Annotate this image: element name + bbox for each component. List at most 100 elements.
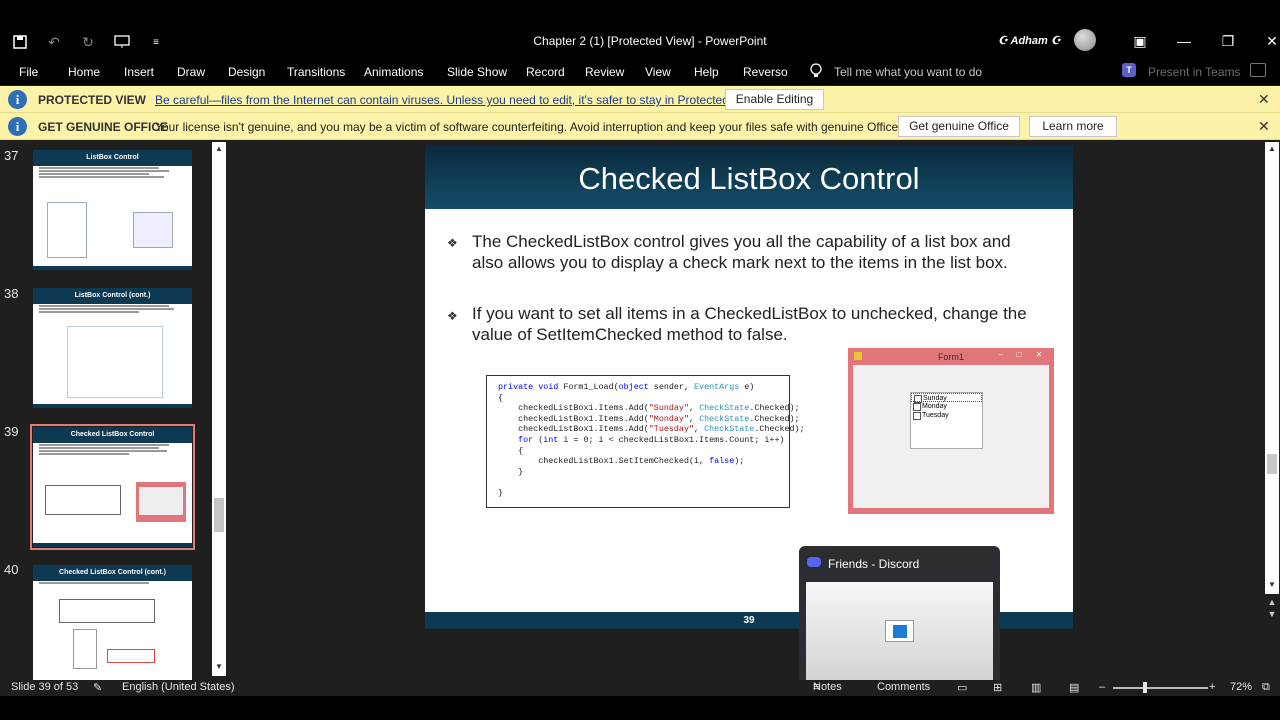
comments-icon[interactable] (1250, 63, 1266, 77)
zoom-slider[interactable] (1113, 687, 1208, 689)
scroll-up-icon[interactable]: ▲ (212, 144, 226, 156)
scroll-down-icon[interactable]: ▼ (212, 662, 226, 674)
info-icon: i (8, 117, 27, 136)
teams-icon[interactable]: T (1122, 63, 1136, 77)
tab-slide-show[interactable]: Slide Show (447, 65, 507, 79)
thumbnail-title: Checked ListBox Control (33, 427, 192, 443)
enable-editing-button[interactable]: Enable Editing (725, 89, 824, 110)
scroll-down-icon[interactable]: ▼ (1265, 580, 1279, 592)
form-minimize-icon: – (998, 350, 1004, 359)
undo-icon[interactable]: ↶ (44, 32, 64, 52)
tab-insert[interactable]: Insert (124, 65, 154, 79)
notes-button[interactable]: Notes (813, 681, 842, 693)
learn-more-button[interactable]: Learn more (1029, 116, 1117, 137)
thumbnail-scrollbar[interactable]: ▲ ▼ (212, 142, 226, 676)
protected-view-bar: i PROTECTED VIEW Be careful—files from t… (0, 86, 1280, 113)
thumbnail-title: ListBox Control (cont.) (33, 288, 192, 304)
status-bar: Slide 39 of 53 ✎ English (United States)… (0, 680, 1280, 696)
tab-home[interactable]: Home (68, 65, 100, 79)
discord-icon (807, 557, 821, 567)
avatar[interactable] (1074, 29, 1096, 51)
fit-to-window-icon[interactable]: ⧉ (1262, 681, 1270, 694)
slide-title: Checked ListBox Control (578, 161, 920, 196)
customize-toolbar-icon[interactable]: ≡ (146, 32, 166, 52)
window-icon (885, 620, 914, 642)
slide-thumbnail[interactable]: Checked ListBox Control (cont.) (33, 565, 192, 680)
accessibility-icon[interactable]: ✎ (93, 681, 102, 694)
tab-file[interactable]: File (19, 65, 38, 79)
previous-slide-icon[interactable]: ▲ (1265, 596, 1279, 608)
next-slide-icon[interactable]: ▼ (1265, 608, 1279, 620)
normal-view-icon[interactable]: ▭ (957, 681, 967, 694)
tell-me-search[interactable]: Tell me what you want to do (834, 65, 982, 79)
user-name[interactable]: ☪ Adham ☪ (998, 34, 1061, 47)
info-icon: i (8, 90, 27, 109)
discord-window-title: Friends - Discord (828, 557, 920, 571)
window-title: Chapter 2 (1) [Protected View] - PowerPo… (533, 34, 767, 48)
top-letterbox (0, 0, 1280, 24)
tab-reverso[interactable]: Reverso (743, 65, 788, 79)
slide-sorter-icon[interactable]: ⊞ (993, 681, 1002, 694)
slide-count[interactable]: Slide 39 of 53 (11, 681, 78, 693)
form-screenshot-image: Form1 – □ ✕ Sunday Monday Tuesday (848, 348, 1054, 514)
ribbon-display-options-icon[interactable]: ▣ (1118, 30, 1162, 52)
protected-view-message-link[interactable]: Be careful—files from the Internet can c… (155, 93, 761, 107)
close-button[interactable]: ✕ (1250, 30, 1280, 52)
language-indicator[interactable]: English (United States) (122, 681, 235, 693)
present-in-teams-button[interactable]: Present in Teams (1148, 65, 1241, 79)
slide-thumbnail[interactable]: ListBox Control (cont.) (33, 288, 192, 408)
thumbnail-title: Checked ListBox Control (cont.) (33, 565, 192, 581)
get-genuine-office-button[interactable]: Get genuine Office (898, 116, 1020, 137)
zoom-slider-handle[interactable] (1143, 682, 1147, 693)
zoom-in-icon[interactable]: + (1209, 681, 1215, 693)
slide-scrollbar[interactable]: ▲ ▼ (1265, 142, 1279, 594)
tab-help[interactable]: Help (694, 65, 719, 79)
genuine-office-label: GET GENUINE OFFICE (38, 120, 169, 134)
tab-design[interactable]: Design (228, 65, 265, 79)
scroll-up-icon[interactable]: ▲ (1265, 144, 1279, 156)
thumbnail-number: 37 (4, 148, 19, 163)
scrollbar-thumb[interactable] (1267, 454, 1277, 474)
start-from-beginning-icon[interactable] (112, 32, 132, 52)
save-icon[interactable] (10, 32, 30, 52)
redo-icon[interactable]: ↻ (78, 32, 98, 52)
zoom-out-icon[interactable]: – (1099, 681, 1105, 693)
comments-button[interactable]: Comments (877, 681, 930, 693)
slide-thumbnail-selected[interactable]: Checked ListBox Control (33, 427, 192, 547)
tab-transitions[interactable]: Transitions (287, 65, 345, 79)
discord-preview-thumbnail[interactable] (806, 582, 993, 684)
checked-listbox: Sunday Monday Tuesday (910, 392, 983, 449)
quick-access-toolbar: ↶ ↻ ≡ (10, 32, 166, 52)
tab-draw[interactable]: Draw (177, 65, 205, 79)
bullet-text: The CheckedListBox control gives you all… (472, 232, 1011, 272)
slide-show-icon[interactable]: ▤ (1069, 681, 1079, 694)
code-sample-image: private void Form1_Load(object sender, E… (486, 375, 805, 508)
tab-review[interactable]: Review (585, 65, 624, 79)
bullet-symbol: ❖ (447, 236, 458, 250)
close-icon[interactable]: ✕ (1258, 118, 1270, 135)
bullet-symbol: ❖ (447, 309, 458, 323)
minimize-button[interactable]: — (1162, 30, 1206, 52)
thumbnail-number: 38 (4, 286, 19, 301)
scrollbar-thumb[interactable] (214, 498, 224, 532)
list-item: Monday (911, 402, 982, 411)
slide-thumbnail-pane: 37 ListBox Control 38 ListBox Control (c… (0, 140, 228, 680)
thumbnail-number: 39 (4, 424, 19, 439)
thumbnail-number: 40 (4, 562, 19, 577)
close-icon[interactable]: ✕ (1258, 91, 1270, 108)
tab-view[interactable]: View (645, 65, 671, 79)
protected-view-label: PROTECTED VIEW (38, 93, 147, 107)
tab-animations[interactable]: Animations (364, 65, 423, 79)
slide-nav-buttons: ▲ ▼ (1265, 596, 1279, 620)
restore-button[interactable]: ❐ (1206, 30, 1250, 52)
slide-thumbnail[interactable]: ListBox Control (33, 150, 192, 270)
list-item: Sunday (911, 393, 982, 403)
form-maximize-icon: □ (1016, 350, 1022, 359)
zoom-level[interactable]: 72% (1230, 681, 1252, 693)
thumbnail-title: ListBox Control (33, 150, 192, 166)
title-bar: ↶ ↻ ≡ Chapter 2 (1) [Protected View] - P… (0, 24, 1280, 59)
tab-record[interactable]: Record (526, 65, 565, 79)
reading-view-icon[interactable]: ▥ (1031, 681, 1041, 694)
list-item: Tuesday (911, 411, 982, 420)
discord-taskbar-preview[interactable]: Friends - Discord (799, 546, 1000, 684)
